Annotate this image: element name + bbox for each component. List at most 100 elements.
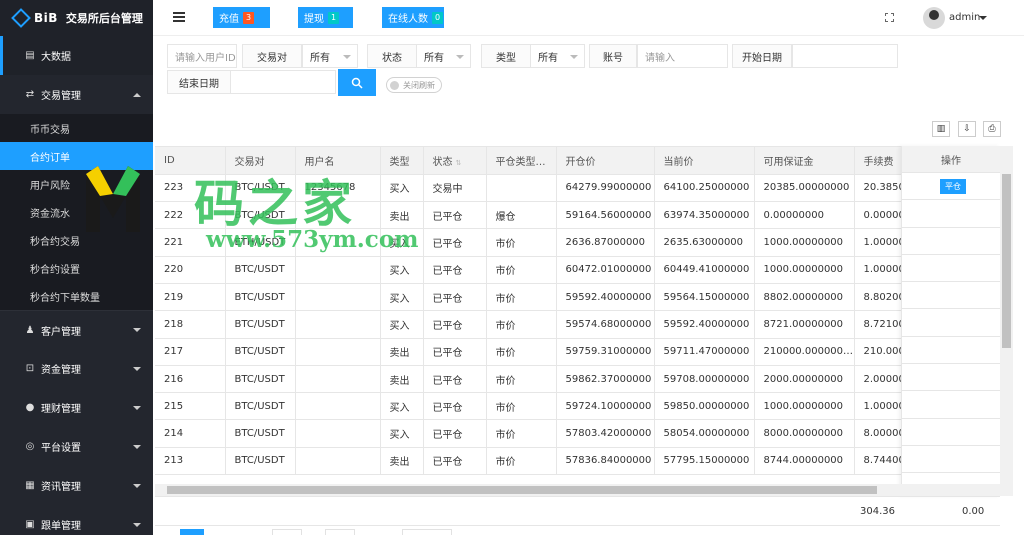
sidebar-subitem-contract-orders[interactable]: 合约订单	[0, 142, 153, 170]
table-cell: BTC/USDT	[225, 310, 296, 339]
pagination-current[interactable]	[180, 529, 204, 535]
table-cell	[295, 310, 381, 339]
operations-cell	[902, 446, 1000, 474]
table-cell: 0.00000000	[754, 201, 855, 230]
table-cell: 219	[155, 283, 226, 312]
table-row[interactable]: 219 BTC/USDT 买入 已平仓 市价 59592.40000000 59564.15…	[155, 283, 1000, 312]
table-cell: 买入	[380, 228, 424, 257]
table-cell	[295, 392, 381, 421]
export-icon[interactable]: ⇩	[958, 121, 976, 137]
status-select[interactable]: 所有	[416, 44, 471, 68]
withdraw-button[interactable]: 提现 1	[298, 7, 353, 28]
sidebar-subitem-fund-flow[interactable]: 资金流水	[0, 198, 153, 226]
vertical-scroll-thumb[interactable]	[1002, 174, 1011, 348]
pagination-jump-input[interactable]	[272, 529, 302, 535]
table-row[interactable]: 216 BTC/USDT 卖出 已平仓 市价 59862.37000000 59708.00…	[155, 365, 1000, 394]
sidebar-group-finance[interactable]: ● 理财管理	[0, 388, 153, 427]
table-cell: 卖出	[380, 365, 424, 394]
caret-down-icon[interactable]	[979, 16, 987, 20]
horizontal-scrollbar[interactable]	[155, 484, 1000, 496]
sidebar-subitem-user-risk[interactable]: 用户风险	[0, 170, 153, 198]
auto-refresh-toggle[interactable]: 关闭刷新	[386, 77, 442, 93]
col-header-id[interactable]: ID	[155, 147, 226, 175]
operations-cell	[902, 309, 1000, 337]
table-cell: 59724.10000000	[556, 392, 655, 421]
withdraw-badge: 1	[328, 11, 340, 24]
print-icon[interactable]: ⎙	[983, 121, 1001, 137]
columns-icon[interactable]: ▥	[932, 121, 950, 137]
type-select[interactable]: 所有	[530, 44, 585, 68]
sidebar-group-customers[interactable]: ♟ 客户管理	[0, 310, 153, 349]
table-cell: 1000.00000000	[754, 228, 855, 257]
table-row[interactable]: 214 BTC/USDT 买入 已平仓 市价 57803.42000000 58054.00…	[155, 419, 1000, 448]
table-cell: 1000.00000000	[754, 392, 855, 421]
col-header-pair[interactable]: 交易对	[225, 147, 296, 175]
sidebar-group-funds[interactable]: ⊡ 资金管理	[0, 349, 153, 388]
table-row[interactable]: 215 BTC/USDT 买入 已平仓 市价 59724.10000000 59850.00…	[155, 392, 1000, 421]
sidebar: BiB 交易所后台管理 ▤ 大数据 ⇄ 交易管理 币币交易 合约订单 用户风险 …	[0, 0, 153, 535]
col-header-operations: 操作	[902, 146, 1000, 173]
menu-toggle-icon[interactable]	[173, 12, 185, 22]
table-cell: 59574.68000000	[556, 310, 655, 339]
end-date-input[interactable]	[230, 70, 336, 94]
operations-cell: 平仓	[902, 173, 1000, 201]
table-row[interactable]: 221 ETH/USDT 买入 已平仓 市价 2636.87000000 2635.6300…	[155, 228, 1000, 257]
close-position-button[interactable]: 平仓	[940, 178, 966, 194]
table-cell: 58054.00000000	[654, 419, 755, 448]
table-row[interactable]: 223 BTC/USDT 12345678 买入 交易中 64279.99000000 64…	[155, 174, 1000, 203]
pair-select[interactable]: 所有	[302, 44, 358, 68]
table-row[interactable]: 213 BTC/USDT 卖出 已平仓 市价 57836.84000000 57795.15…	[155, 447, 1000, 476]
col-header-open-price[interactable]: 开仓价	[556, 147, 655, 175]
table-cell: 买入	[380, 392, 424, 421]
sidebar-subitem-spot[interactable]: 币币交易	[0, 114, 153, 142]
table-cell: BTC/USDT	[225, 447, 296, 476]
sidebar-subitem-second-settings[interactable]: 秒合约设置	[0, 254, 153, 282]
vertical-scrollbar[interactable]	[1000, 146, 1013, 496]
table-cell: 220	[155, 256, 226, 284]
table-row[interactable]: 222 BTC/USDT 卖出 已平仓 爆仓 59164.56000000 63974.35…	[155, 201, 1000, 230]
pagination-size-select[interactable]	[325, 529, 355, 535]
sidebar-group-trade[interactable]: ⇄ 交易管理	[0, 75, 153, 114]
admin-username[interactable]: admin	[949, 12, 980, 23]
table-cell: 59592.40000000	[654, 310, 755, 339]
operations-cell	[902, 419, 1000, 446]
top-header: 充值 3 提现 1 在线人数 0 admin	[153, 0, 1024, 36]
operations-cell	[902, 337, 1000, 365]
horizontal-scroll-thumb[interactable]	[167, 486, 877, 494]
account-input[interactable]: 请输入	[637, 44, 728, 68]
status-label: 状态	[367, 44, 417, 68]
col-header-username[interactable]: 用户名	[295, 147, 381, 175]
sort-icon[interactable]: ⇅	[456, 159, 462, 167]
chevron-down-icon	[133, 444, 141, 449]
start-date-input[interactable]	[792, 44, 898, 68]
sidebar-group-platform[interactable]: ◎ 平台设置	[0, 427, 153, 466]
table-cell	[295, 283, 381, 312]
chevron-down-icon	[133, 366, 141, 371]
table-row[interactable]: 220 BTC/USDT 买入 已平仓 市价 60472.01000000 60449.41…	[155, 256, 1000, 284]
table-cell: 20385.00000000	[754, 174, 855, 203]
piggy-icon: ●	[25, 402, 35, 413]
pagination-go-button[interactable]	[402, 529, 452, 535]
fullscreen-icon[interactable]	[885, 13, 894, 22]
sidebar-subitem-second-orders[interactable]: 秒合约下单数量	[0, 282, 153, 310]
col-header-close-type[interactable]: 平仓类型…	[486, 147, 557, 175]
sidebar-group-news[interactable]: ▦ 资讯管理	[0, 466, 153, 505]
table-row[interactable]: 218 BTC/USDT 买入 已平仓 市价 59574.68000000 59592.40…	[155, 310, 1000, 339]
logo[interactable]: BiB 交易所后台管理	[0, 0, 153, 36]
type-label: 类型	[481, 44, 531, 68]
avatar[interactable]	[923, 7, 945, 29]
col-header-type[interactable]: 类型	[380, 147, 424, 175]
online-users-button[interactable]: 在线人数 0	[382, 7, 444, 28]
recharge-button[interactable]: 充值 3	[213, 7, 270, 28]
sidebar-item-bigdata[interactable]: ▤ 大数据	[0, 36, 153, 75]
table-row[interactable]: 217 BTC/USDT 卖出 已平仓 市价 59759.31000000 59711.47…	[155, 338, 1000, 366]
search-button[interactable]	[338, 69, 376, 96]
col-header-status[interactable]: 状态 ⇅	[423, 147, 487, 175]
sidebar-subitem-second-trade[interactable]: 秒合约交易	[0, 226, 153, 254]
table-cell: 交易中	[423, 174, 487, 203]
col-header-margin[interactable]: 可用保证金	[754, 147, 855, 175]
sidebar-group-copytrade[interactable]: ▣ 跟单管理	[0, 505, 153, 535]
table-cell: 1000.00000000	[754, 256, 855, 284]
user-id-input[interactable]: 请输入用户ID	[167, 44, 237, 68]
col-header-current-price[interactable]: 当前价	[654, 147, 755, 175]
